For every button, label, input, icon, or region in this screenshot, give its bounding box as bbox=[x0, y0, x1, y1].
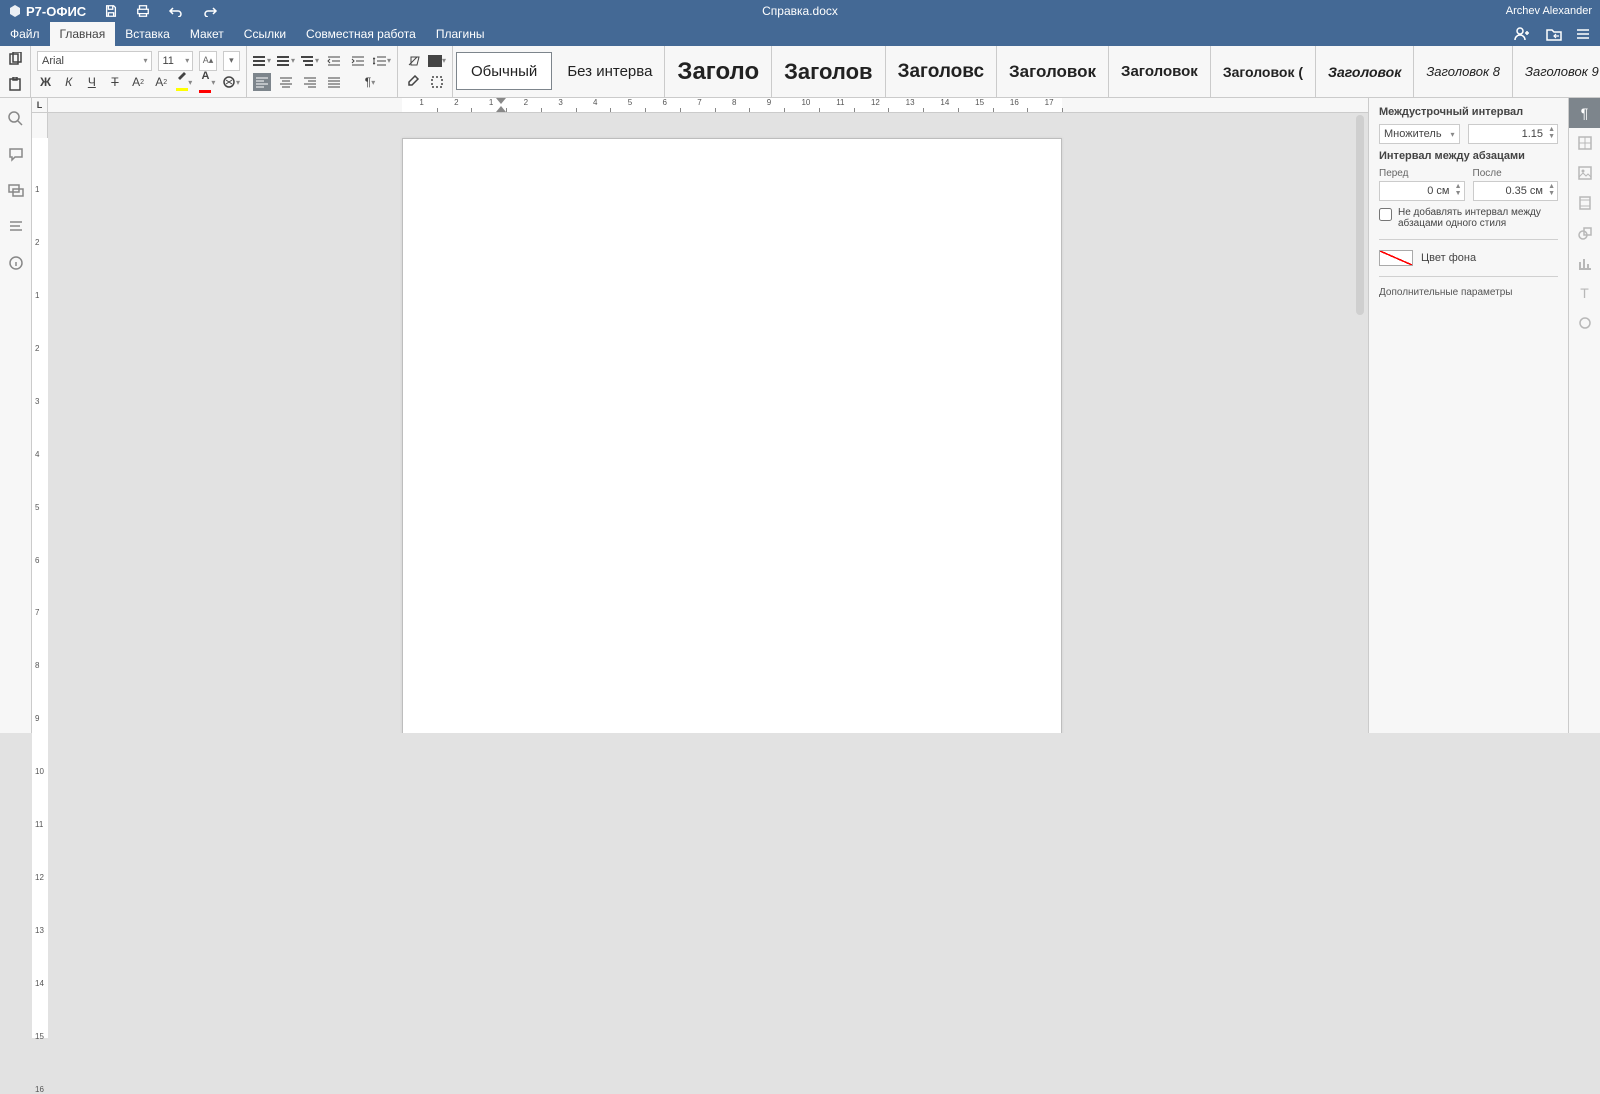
spacing-after-label: После bbox=[1473, 168, 1559, 179]
style-heading1[interactable]: Заголо bbox=[665, 46, 772, 97]
paragraph-settings-icon[interactable]: ¶ bbox=[1569, 98, 1600, 128]
underline-button[interactable]: Ч bbox=[83, 73, 100, 91]
undo-icon[interactable] bbox=[168, 5, 184, 17]
add-user-icon[interactable] bbox=[1514, 27, 1532, 41]
clear-format-button[interactable] bbox=[404, 52, 422, 70]
line-spacing-button[interactable]: ▾ bbox=[373, 52, 391, 70]
ribbon: Arial▾ 11▾ A▴ ▾ Ж К Ч Т A2 A2 ▾ A▾ ▾ ▾ ▾… bbox=[0, 46, 1600, 98]
spacing-after-input[interactable]: 0.35 см▲▼ bbox=[1473, 181, 1559, 201]
vertical-scrollbar[interactable] bbox=[1356, 113, 1366, 731]
document-page[interactable] bbox=[402, 138, 1062, 733]
comments-icon[interactable] bbox=[7, 146, 25, 164]
decrease-font-icon[interactable]: ▾ bbox=[223, 51, 240, 71]
redo-icon[interactable] bbox=[202, 5, 218, 17]
horizontal-ruler[interactable]: 121234567891011121314151617 bbox=[48, 98, 1368, 113]
advanced-settings-link[interactable]: Дополнительные параметры bbox=[1379, 287, 1558, 298]
open-folder-icon[interactable] bbox=[1546, 27, 1562, 41]
change-case-button[interactable]: ▾ bbox=[222, 73, 240, 91]
user-name[interactable]: Archev Alexander bbox=[1506, 5, 1592, 17]
title-bar: Р7-ОФИС Справка.docx Archev Alexander bbox=[0, 0, 1600, 22]
mail-merge-icon[interactable] bbox=[1569, 308, 1600, 338]
decrease-indent-button[interactable] bbox=[325, 52, 343, 70]
headings-icon[interactable] bbox=[7, 218, 25, 236]
style-heading7[interactable]: Заголовок bbox=[1316, 46, 1414, 97]
save-icon[interactable] bbox=[104, 4, 118, 18]
align-justify-button[interactable] bbox=[325, 73, 343, 91]
tab-file[interactable]: Файл bbox=[0, 22, 50, 46]
table-settings-icon[interactable] bbox=[1569, 128, 1600, 158]
strike-button[interactable]: Т bbox=[106, 73, 123, 91]
select-all-button[interactable] bbox=[428, 73, 446, 91]
vertical-ruler[interactable]: 1212345678910111213141516 bbox=[32, 113, 48, 733]
copy-icon[interactable] bbox=[6, 50, 24, 68]
style-heading9[interactable]: Заголовок 9 bbox=[1513, 46, 1600, 97]
font-size-select[interactable]: 11▾ bbox=[158, 51, 193, 71]
style-heading5[interactable]: Заголовок bbox=[1109, 46, 1211, 97]
spacing-before-input[interactable]: 0 см▲▼ bbox=[1379, 181, 1465, 201]
paste-icon[interactable] bbox=[6, 75, 24, 93]
text-art-icon[interactable]: T bbox=[1569, 278, 1600, 308]
style-heading4[interactable]: Заголовок bbox=[997, 46, 1109, 97]
tab-insert[interactable]: Вставка bbox=[115, 22, 180, 46]
tab-references[interactable]: Ссылки bbox=[234, 22, 296, 46]
style-heading6[interactable]: Заголовок ( bbox=[1211, 46, 1316, 97]
paragraph-panel: Междустрочный интервал Множитель▾ 1.15▲▼… bbox=[1368, 98, 1568, 733]
style-heading8[interactable]: Заголовок 8 bbox=[1414, 46, 1513, 97]
copy-style-button[interactable] bbox=[404, 73, 422, 91]
tab-collab[interactable]: Совместная работа bbox=[296, 22, 426, 46]
tab-home[interactable]: Главная bbox=[50, 22, 116, 46]
line-spacing-label: Междустрочный интервал bbox=[1379, 106, 1558, 118]
right-icon-rail: ¶ T bbox=[1568, 98, 1600, 733]
numbering-button[interactable]: ▾ bbox=[277, 52, 295, 70]
shading-button[interactable]: ▾ bbox=[428, 52, 446, 70]
paragraph-spacing-label: Интервал между абзацами bbox=[1379, 150, 1558, 162]
no-same-style-spacing-checkbox[interactable]: Не добавлять интервал между абзацами одн… bbox=[1379, 207, 1558, 229]
styles-gallery: Обычный Без интерва Заголо Заголов Загол… bbox=[453, 46, 1600, 97]
subscript-button[interactable]: A2 bbox=[153, 73, 170, 91]
chat-icon[interactable] bbox=[7, 182, 25, 200]
style-heading2[interactable]: Заголов bbox=[772, 46, 885, 97]
superscript-button[interactable]: A2 bbox=[130, 73, 147, 91]
font-name-select[interactable]: Arial▾ bbox=[37, 51, 152, 71]
line-spacing-mode-select[interactable]: Множитель▾ bbox=[1379, 124, 1460, 144]
spacing-before-label: Перед bbox=[1379, 168, 1465, 179]
canvas-area: L 121234567891011121314151617 1212345678… bbox=[32, 98, 1368, 733]
left-sidebar bbox=[0, 98, 32, 733]
shape-settings-icon[interactable] bbox=[1569, 218, 1600, 248]
menu-bar: Файл Главная Вставка Макет Ссылки Совмес… bbox=[0, 22, 1600, 46]
tab-plugins[interactable]: Плагины bbox=[426, 22, 495, 46]
bold-button[interactable]: Ж bbox=[37, 73, 54, 91]
search-icon[interactable] bbox=[7, 110, 25, 128]
align-right-button[interactable] bbox=[301, 73, 319, 91]
multilevel-button[interactable]: ▾ bbox=[301, 52, 319, 70]
brand-logo: Р7-ОФИС bbox=[8, 4, 86, 19]
align-center-button[interactable] bbox=[277, 73, 295, 91]
background-color-label: Цвет фона bbox=[1421, 252, 1476, 264]
line-spacing-value[interactable]: 1.15▲▼ bbox=[1468, 124, 1559, 144]
font-color-button[interactable]: A▾ bbox=[199, 73, 216, 91]
bullets-button[interactable]: ▾ bbox=[253, 52, 271, 70]
background-color-picker[interactable] bbox=[1379, 250, 1413, 266]
tab-stop-corner[interactable]: L bbox=[32, 98, 48, 113]
align-left-button[interactable] bbox=[253, 73, 271, 91]
print-icon[interactable] bbox=[136, 4, 150, 18]
tab-layout[interactable]: Макет bbox=[180, 22, 234, 46]
info-icon[interactable] bbox=[7, 254, 25, 272]
header-footer-icon[interactable] bbox=[1569, 188, 1600, 218]
style-heading3[interactable]: Заголовс bbox=[886, 46, 997, 97]
style-normal[interactable]: Обычный bbox=[456, 52, 552, 90]
document-title: Справка.docx bbox=[762, 4, 838, 18]
increase-indent-button[interactable] bbox=[349, 52, 367, 70]
italic-button[interactable]: К bbox=[60, 73, 77, 91]
nonprinting-button[interactable]: ¶▾ bbox=[361, 73, 379, 91]
style-no-spacing[interactable]: Без интерва bbox=[555, 46, 665, 97]
hamburger-icon[interactable] bbox=[1576, 28, 1590, 40]
highlight-color-button[interactable]: ▾ bbox=[176, 73, 193, 91]
image-settings-icon[interactable] bbox=[1569, 158, 1600, 188]
chart-settings-icon[interactable] bbox=[1569, 248, 1600, 278]
